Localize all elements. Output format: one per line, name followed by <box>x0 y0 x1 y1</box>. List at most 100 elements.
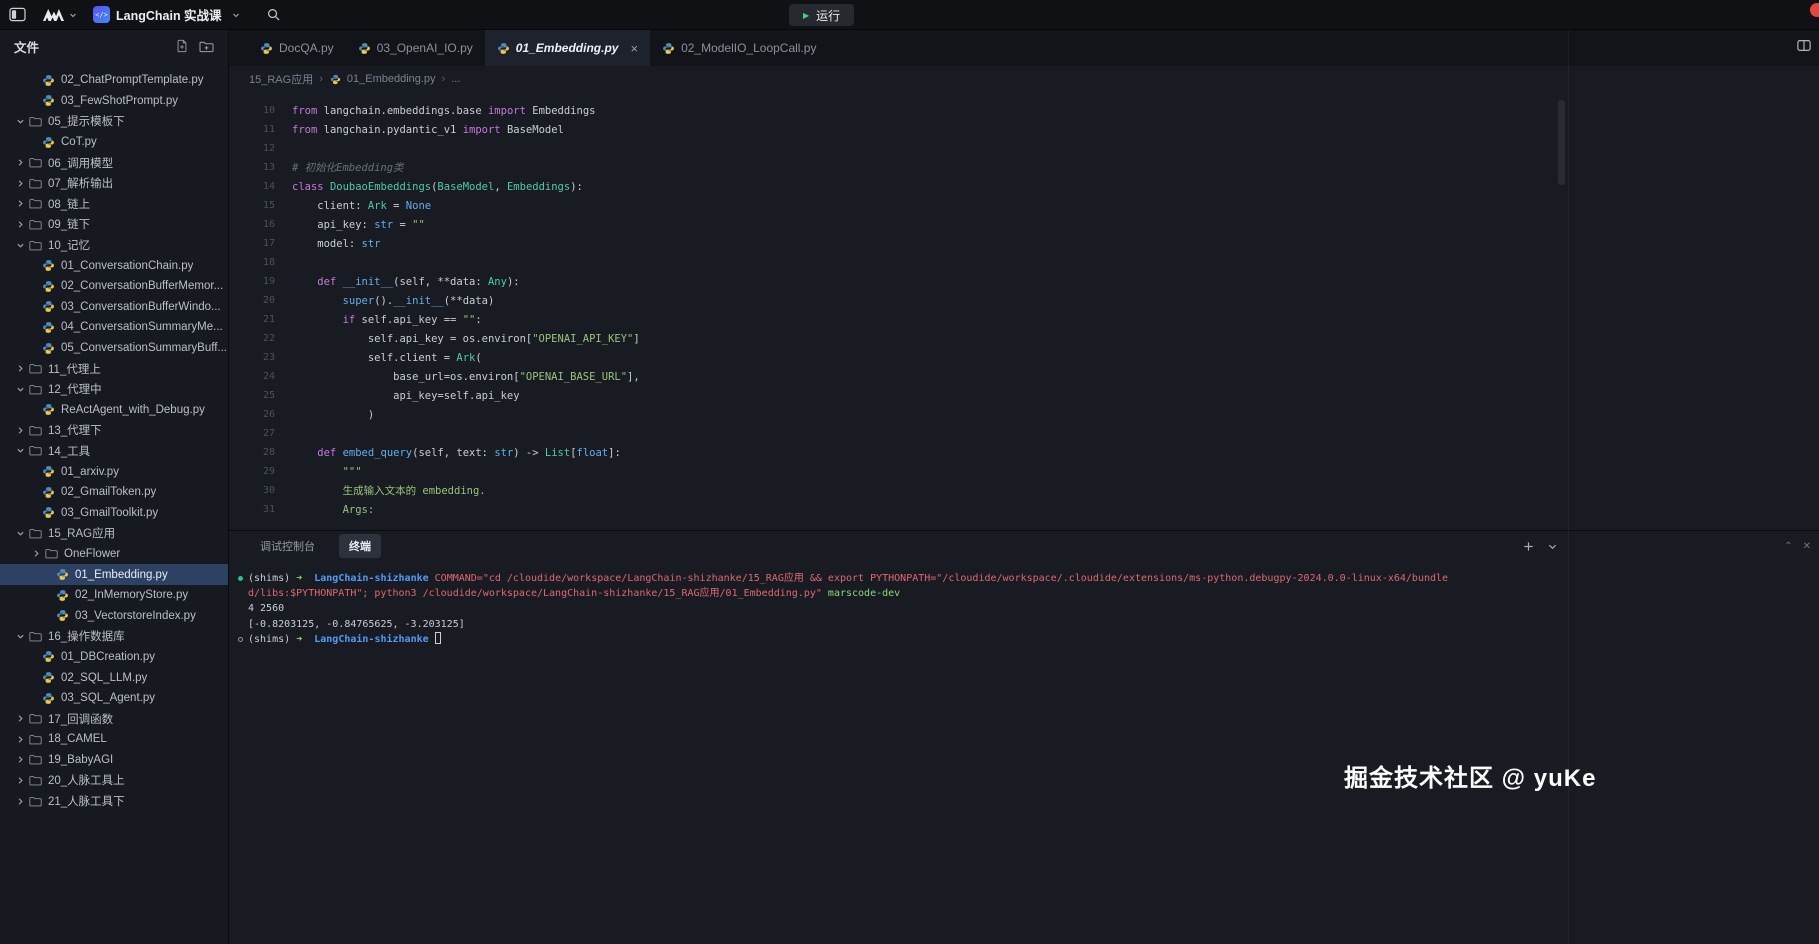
tree-file-CoT.py[interactable]: CoT.py <box>0 132 228 153</box>
record-indicator <box>1810 3 1819 17</box>
code-text: model: str <box>292 238 381 250</box>
tree-folder-17_回调函数[interactable]: 17_回调函数 <box>0 708 228 729</box>
tree-item-label: 02_ChatPromptTemplate.py <box>61 74 204 86</box>
topbar: </> LangChain 实战课 ▶ 运行 <box>0 0 1819 30</box>
tree-item-label: 03_SQL_Agent.py <box>61 692 155 704</box>
tree-file-ReActAgent_with_Debug.py[interactable]: ReActAgent_with_Debug.py <box>0 400 228 421</box>
terminal-line: d/libs:$PYTHONPATH"; python3 /cloudide/w… <box>235 586 1811 601</box>
terminal-line: (shims) ➜ LangChain-shizhanke COMMAND="c… <box>235 571 1811 586</box>
tree-file-05_ConversationSummaryBuff...[interactable]: 05_ConversationSummaryBuff... <box>0 338 228 359</box>
tree-file-04_ConversationSummaryMe...[interactable]: 04_ConversationSummaryMe... <box>0 317 228 338</box>
python-file-icon <box>56 589 70 602</box>
tree-item-label: 16_操作数据库 <box>48 628 125 644</box>
code-line-14: 14class DoubaoEmbeddings(BaseModel, Embe… <box>229 177 1819 196</box>
tree-folder-16_操作数据库[interactable]: 16_操作数据库 <box>0 626 228 647</box>
sidebar-toggle-icon[interactable] <box>9 7 26 22</box>
code-text: self.api_key = os.environ["OPENAI_API_KE… <box>292 333 640 345</box>
workspace-chevron-icon <box>232 11 240 19</box>
code-line-25: 25 api_key=self.api_key <box>229 386 1819 405</box>
tree-file-01_DBCreation.py[interactable]: 01_DBCreation.py <box>0 647 228 668</box>
folder-icon <box>29 363 43 374</box>
split-editor-icon[interactable] <box>1797 39 1811 57</box>
line-number: 20 <box>229 295 275 306</box>
tree-item-label: 03_VectorstoreIndex.py <box>75 610 196 622</box>
python-file-icon <box>56 568 70 581</box>
tree-folder-14_工具[interactable]: 14_工具 <box>0 441 228 462</box>
tree-folder-19_BabyAGI[interactable]: 19_BabyAGI <box>0 750 228 771</box>
panel-tab-终端[interactable]: 终端 <box>339 534 381 558</box>
search-icon[interactable] <box>266 7 281 22</box>
tree-file-02_SQL_LLM.py[interactable]: 02_SQL_LLM.py <box>0 667 228 688</box>
code-text: base_url=os.environ["OPENAI_BASE_URL"], <box>292 371 640 383</box>
new-file-icon[interactable] <box>175 39 189 53</box>
editor-scrollbar[interactable] <box>1558 100 1565 185</box>
tree-folder-05_提示模板下[interactable]: 05_提示模板下 <box>0 111 228 132</box>
folder-icon <box>29 240 43 251</box>
tree-file-01_Embedding.py[interactable]: 01_Embedding.py <box>0 564 228 585</box>
tree-item-label: 06_调用模型 <box>48 155 113 171</box>
tree-file-01_arxiv.py[interactable]: 01_arxiv.py <box>0 461 228 482</box>
logo-chevron-icon[interactable] <box>69 11 77 19</box>
editor-tab-01_Embedding.py[interactable]: 01_Embedding.py× <box>485 30 650 66</box>
tree-file-02_InMemoryStore.py[interactable]: 02_InMemoryStore.py <box>0 585 228 606</box>
code-editor[interactable]: 10from langchain.embeddings.base import … <box>229 92 1819 530</box>
panel-tab-调试控制台[interactable]: 调试控制台 <box>250 534 325 558</box>
tree-file-02_ChatPromptTemplate.py[interactable]: 02_ChatPromptTemplate.py <box>0 70 228 91</box>
editor-tab-02_ModelIO_LoopCall.py[interactable]: 02_ModelIO_LoopCall.py <box>650 30 828 66</box>
tree-folder-08_链上[interactable]: 08_链上 <box>0 194 228 215</box>
terminal-text: (shims) ➜ LangChain-shizhanke COMMAND="c… <box>248 571 1448 586</box>
tree-file-02_GmailToken.py[interactable]: 02_GmailToken.py <box>0 482 228 503</box>
editor-tab-DocQA.py[interactable]: DocQA.py <box>248 30 346 66</box>
tree-folder-12_代理中[interactable]: 12_代理中 <box>0 379 228 400</box>
folder-icon <box>29 178 43 189</box>
tree-folder-15_RAG应用[interactable]: 15_RAG应用 <box>0 523 228 544</box>
tree-folder-11_代理上[interactable]: 11_代理上 <box>0 358 228 379</box>
chevron-down-icon <box>14 241 27 250</box>
breadcrumb-item[interactable]: 01_Embedding.py <box>329 73 436 86</box>
tab-close-icon[interactable]: × <box>630 41 638 56</box>
tree-folder-10_记忆[interactable]: 10_记忆 <box>0 235 228 256</box>
panel-maximize-icon[interactable]: ⌃ <box>1784 541 1792 552</box>
new-folder-icon[interactable] <box>199 39 214 53</box>
code-text: from langchain.embeddings.base import Em… <box>292 105 595 117</box>
python-file-icon <box>42 136 56 149</box>
terminal[interactable]: (shims) ➜ LangChain-shizhanke COMMAND="c… <box>229 561 1819 944</box>
terminal-dropdown-icon[interactable] <box>1547 541 1558 552</box>
tree-file-01_ConversationChain.py[interactable]: 01_ConversationChain.py <box>0 255 228 276</box>
terminal-text: (shims) ➜ LangChain-shizhanke <box>248 632 441 647</box>
tree-folder-06_调用模型[interactable]: 06_调用模型 <box>0 152 228 173</box>
tree-folder-09_链下[interactable]: 09_链下 <box>0 214 228 235</box>
tree-folder-13_代理下[interactable]: 13_代理下 <box>0 420 228 441</box>
new-terminal-icon[interactable] <box>1522 540 1535 553</box>
tree-folder-21_人脉工具下[interactable]: 21_人脉工具下 <box>0 791 228 812</box>
folder-icon <box>29 631 43 642</box>
tree-file-03_GmailToolkit.py[interactable]: 03_GmailToolkit.py <box>0 502 228 523</box>
line-number: 22 <box>229 333 275 344</box>
tree-folder-OneFlower[interactable]: OneFlower <box>0 544 228 565</box>
tree-file-02_ConversationBufferMemor...[interactable]: 02_ConversationBufferMemor... <box>0 276 228 297</box>
tree-folder-18_CAMEL[interactable]: 18_CAMEL <box>0 729 228 750</box>
tree-file-03_VectorstoreIndex.py[interactable]: 03_VectorstoreIndex.py <box>0 605 228 626</box>
watermark: 掘金技术社区 @ yuKe <box>1344 758 1596 793</box>
breadcrumb: 15_RAG应用›01_Embedding.py›... <box>229 66 1819 92</box>
python-file-icon <box>42 465 56 478</box>
code-text: def embed_query(self, text: str) -> List… <box>292 447 621 459</box>
editor-tabbar: DocQA.py03_OpenAI_IO.py01_Embedding.py×0… <box>229 30 1819 66</box>
breadcrumb-item[interactable]: 15_RAG应用 <box>249 71 313 87</box>
tree-folder-07_解析输出[interactable]: 07_解析输出 <box>0 173 228 194</box>
panel-close-icon[interactable]: ✕ <box>1803 541 1811 552</box>
line-number: 29 <box>229 466 275 477</box>
editor-tab-03_OpenAI_IO.py[interactable]: 03_OpenAI_IO.py <box>346 30 485 66</box>
tree-file-03_FewShotPrompt.py[interactable]: 03_FewShotPrompt.py <box>0 91 228 112</box>
panel-header: 调试控制台终端 ⌃ ✕ <box>229 531 1819 561</box>
workspace-switcher[interactable]: </> LangChain 实战课 <box>93 5 240 24</box>
breadcrumb-item[interactable]: ... <box>451 73 460 85</box>
code-line-22: 22 self.api_key = os.environ["OPENAI_API… <box>229 329 1819 348</box>
terminal-process-dot <box>235 576 248 581</box>
tree-file-03_SQL_Agent.py[interactable]: 03_SQL_Agent.py <box>0 688 228 709</box>
line-number: 24 <box>229 371 275 382</box>
run-button[interactable]: ▶ 运行 <box>789 4 854 26</box>
tree-folder-20_人脉工具上[interactable]: 20_人脉工具上 <box>0 770 228 791</box>
chevron-right-icon <box>14 797 27 806</box>
tree-file-03_ConversationBufferWindo...[interactable]: 03_ConversationBufferWindo... <box>0 297 228 318</box>
